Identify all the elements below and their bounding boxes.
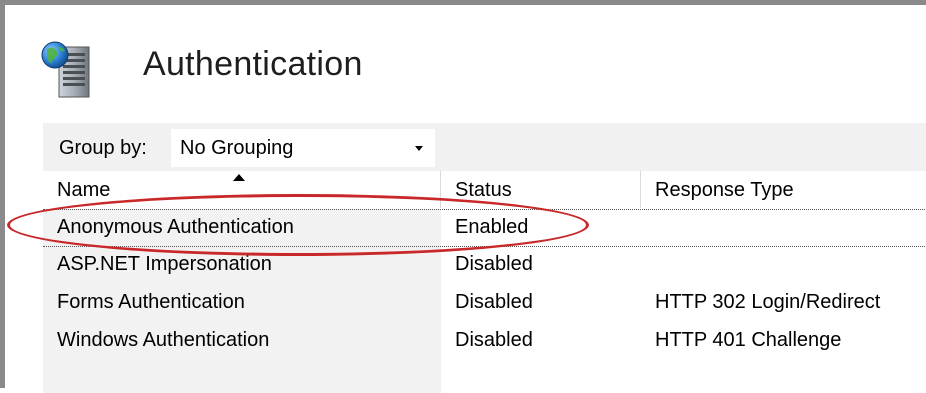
group-by-toolbar: Group by: No Grouping [43,123,926,171]
row-response-type: HTTP 401 Challenge [655,329,842,351]
page-header: Authentication [39,37,539,101]
server-globe-icon [41,41,90,98]
sort-ascending-icon [233,174,245,181]
iis-feature-panel: Authentication Group by: No Grouping Nam… [0,0,926,393]
group-by-label: Group by: [59,137,147,159]
column-header-status[interactable]: Status [441,171,641,208]
row-status: Disabled [455,253,533,275]
table-row[interactable]: Forms Authentication Disabled HTTP 302 L… [43,285,926,323]
column-header-row: Name Status Response Type [43,171,926,209]
row-name: Forms Authentication [57,291,245,313]
table-row[interactable]: Windows Authentication Disabled HTTP 401… [43,323,926,361]
row-response-type: HTTP 302 Login/Redirect [655,291,881,313]
row-name: Windows Authentication [57,329,270,351]
table-row[interactable]: Anonymous Authentication Enabled [43,209,926,247]
column-header-response-type[interactable]: Response Type [641,171,926,208]
authentication-list: Name Status Response Type Anonymous Auth… [43,171,926,393]
column-header-name[interactable]: Name [43,171,441,208]
page-title: Authentication [143,45,363,83]
group-by-value: No Grouping [180,137,294,159]
table-row[interactable]: ASP.NET Impersonation Disabled [43,247,926,285]
group-by-dropdown[interactable]: No Grouping [171,129,435,167]
row-status: Enabled [455,216,529,238]
row-name: Anonymous Authentication [57,216,294,238]
row-status: Disabled [455,291,533,313]
chevron-down-icon[interactable] [415,146,423,151]
row-status: Disabled [455,329,533,351]
row-name: ASP.NET Impersonation [57,253,272,275]
